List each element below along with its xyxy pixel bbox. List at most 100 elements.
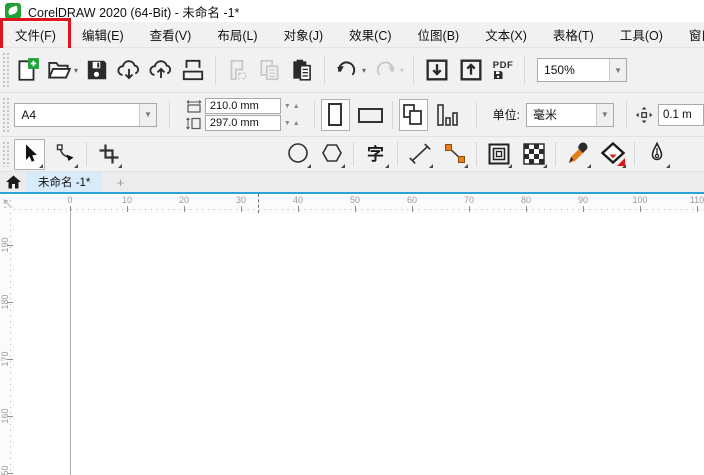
menu-table[interactable]: 表格(T) bbox=[540, 20, 607, 49]
horizontal-ruler[interactable]: 0 10 20 30 40 50 60 70 80 90 100 110 bbox=[14, 194, 704, 213]
vruler-minor-ticks bbox=[10, 213, 11, 475]
save-button[interactable] bbox=[81, 55, 113, 85]
property-bar: A4 ▼ ▼▲ ▼▲ bbox=[0, 93, 704, 137]
page-width-spinner[interactable]: ▼▲ bbox=[284, 103, 302, 110]
ellipse-tool[interactable] bbox=[282, 139, 313, 170]
toolbar-separator bbox=[215, 56, 217, 84]
page-left-edge bbox=[70, 213, 71, 475]
hruler-major-tick bbox=[184, 206, 185, 212]
redo-icon bbox=[376, 61, 395, 76]
vruler-major-tick bbox=[7, 359, 13, 360]
export-button[interactable] bbox=[454, 55, 488, 85]
cut-icon bbox=[230, 59, 247, 81]
all-pages-icon bbox=[402, 103, 422, 125]
menu-bar: 文件(F) 编辑(E) 查看(V) 布局(L) 对象(J) 效果(C) 位图(B… bbox=[0, 18, 704, 51]
smart-fill-tool-icon bbox=[600, 141, 625, 166]
page-size-dropdown-arrow[interactable]: ▼ bbox=[138, 103, 156, 126]
paste-button[interactable] bbox=[286, 55, 318, 85]
page-height-spinner[interactable]: ▼▲ bbox=[284, 120, 302, 127]
menu-bitmaps[interactable]: 位图(B) bbox=[405, 20, 473, 49]
toolbar-separator bbox=[413, 56, 415, 84]
open-dropdown-arrow[interactable]: ▾ bbox=[74, 66, 78, 75]
menu-object[interactable]: 对象(J) bbox=[271, 20, 337, 49]
current-page-button[interactable] bbox=[432, 99, 461, 131]
toolbar-grip[interactable] bbox=[2, 52, 10, 88]
document-tab-untitled[interactable]: 未命名 -1* bbox=[26, 172, 103, 192]
new-tab-button[interactable]: + bbox=[112, 172, 128, 192]
redo-dropdown-arrow: ▾ bbox=[400, 65, 405, 75]
toolbar-separator bbox=[168, 100, 170, 129]
toolbar-separator bbox=[625, 100, 627, 129]
zoom-dropdown-arrow[interactable]: ▼ bbox=[609, 59, 627, 81]
open-button[interactable]: ▾ bbox=[43, 55, 81, 85]
pattern-fill-icon bbox=[522, 143, 545, 165]
dimension-tool[interactable] bbox=[404, 139, 435, 170]
current-page-icon bbox=[437, 103, 458, 126]
menu-tools[interactable]: 工具(O) bbox=[607, 20, 676, 49]
menu-layout[interactable]: 布局(L) bbox=[204, 20, 270, 49]
pattern-fill-tool[interactable] bbox=[518, 139, 549, 170]
page-width-input[interactable] bbox=[204, 98, 281, 114]
toolbar-grip[interactable] bbox=[2, 97, 10, 132]
page-size-combo[interactable]: A4 ▼ bbox=[14, 102, 157, 127]
all-pages-button[interactable] bbox=[398, 98, 429, 131]
nudge-distance-input[interactable] bbox=[657, 103, 704, 126]
toolbar-separator bbox=[313, 100, 315, 129]
hruler-number: 20 bbox=[178, 195, 189, 205]
menu-effects[interactable]: 效果(C) bbox=[336, 20, 404, 49]
landscape-orientation-button[interactable] bbox=[356, 99, 386, 131]
pen-tool[interactable] bbox=[641, 139, 672, 170]
hruler-number: 100 bbox=[632, 195, 648, 205]
shape-tool[interactable] bbox=[49, 139, 80, 170]
vruler-major-tick bbox=[7, 416, 13, 417]
ruler-origin-corner[interactable] bbox=[0, 194, 14, 213]
hruler-major-tick bbox=[412, 206, 413, 212]
toolbar-grip[interactable] bbox=[2, 141, 10, 167]
toolbar-separator bbox=[397, 142, 398, 166]
units-dropdown-arrow[interactable]: ▼ bbox=[595, 103, 613, 126]
toolbar-separator bbox=[555, 142, 556, 166]
eyedropper-tool[interactable] bbox=[562, 139, 593, 170]
drawing-canvas[interactable] bbox=[14, 213, 704, 475]
hruler-number: 30 bbox=[235, 195, 246, 205]
hruler-major-tick bbox=[241, 206, 242, 212]
new-document-button[interactable] bbox=[11, 55, 43, 85]
hruler-number: 50 bbox=[349, 195, 360, 205]
undo-button[interactable]: ▾ bbox=[331, 55, 369, 85]
menu-file[interactable]: 文件(F) bbox=[0, 18, 71, 51]
menu-window[interactable]: 窗口(W) bbox=[676, 20, 704, 49]
pick-tool[interactable] bbox=[14, 138, 45, 170]
menu-edit[interactable]: 编辑(E) bbox=[69, 20, 137, 49]
text-tool[interactable]: 字 bbox=[360, 139, 391, 170]
print-button[interactable] bbox=[177, 55, 209, 85]
home-icon bbox=[5, 175, 21, 189]
portrait-orientation-button[interactable] bbox=[320, 98, 350, 131]
page-height-input[interactable] bbox=[204, 115, 281, 131]
connector-tool[interactable] bbox=[439, 139, 470, 170]
smart-fill-tool[interactable] bbox=[597, 139, 628, 170]
window-title: CorelDRAW 2020 (64-Bit) - 未命名 -1* bbox=[28, 5, 240, 20]
undo-icon bbox=[337, 61, 356, 76]
toolbar-separator bbox=[475, 100, 477, 129]
crop-tool[interactable] bbox=[93, 139, 124, 170]
eyedropper-tool-icon bbox=[568, 142, 587, 163]
units-combo[interactable]: 毫米 ▼ bbox=[525, 102, 614, 127]
welcome-home-button[interactable] bbox=[0, 172, 26, 192]
cloud-upload-button[interactable] bbox=[145, 55, 177, 85]
hruler-number: 10 bbox=[121, 195, 132, 205]
contour-tool[interactable] bbox=[483, 139, 514, 170]
contour-tool-icon bbox=[488, 143, 509, 165]
undo-dropdown-arrow[interactable]: ▾ bbox=[362, 66, 366, 75]
polygon-tool[interactable] bbox=[316, 139, 347, 170]
cloud-download-button[interactable] bbox=[113, 55, 145, 85]
toolbar-separator bbox=[392, 100, 393, 129]
menu-view[interactable]: 查看(V) bbox=[137, 20, 205, 49]
vertical-ruler[interactable]: 190 180 170 160 150 bbox=[0, 213, 14, 475]
export-icon bbox=[460, 59, 482, 81]
pen-tool-icon bbox=[651, 141, 662, 161]
zoom-level-combo[interactable]: 150% ▼ bbox=[537, 58, 628, 82]
import-button[interactable] bbox=[420, 55, 454, 85]
vruler-major-tick bbox=[7, 302, 13, 303]
menu-text[interactable]: 文本(X) bbox=[472, 20, 540, 49]
publish-pdf-button[interactable]: PDF bbox=[488, 55, 518, 85]
